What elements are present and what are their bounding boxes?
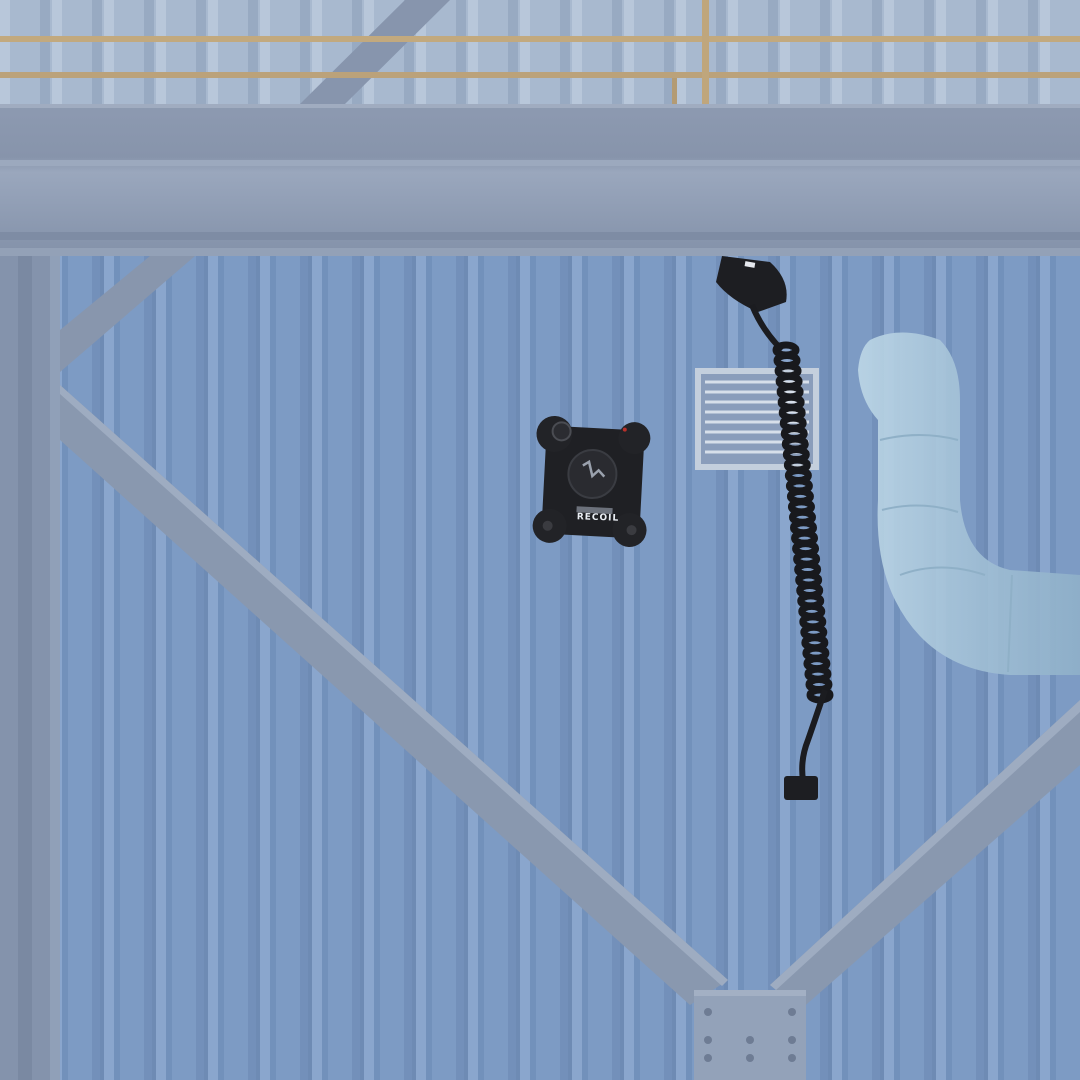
device-brand-label: RECOIL bbox=[576, 512, 620, 524]
speaker-device-icon bbox=[532, 415, 651, 548]
game-scene: RECOIL bbox=[0, 0, 1080, 1080]
